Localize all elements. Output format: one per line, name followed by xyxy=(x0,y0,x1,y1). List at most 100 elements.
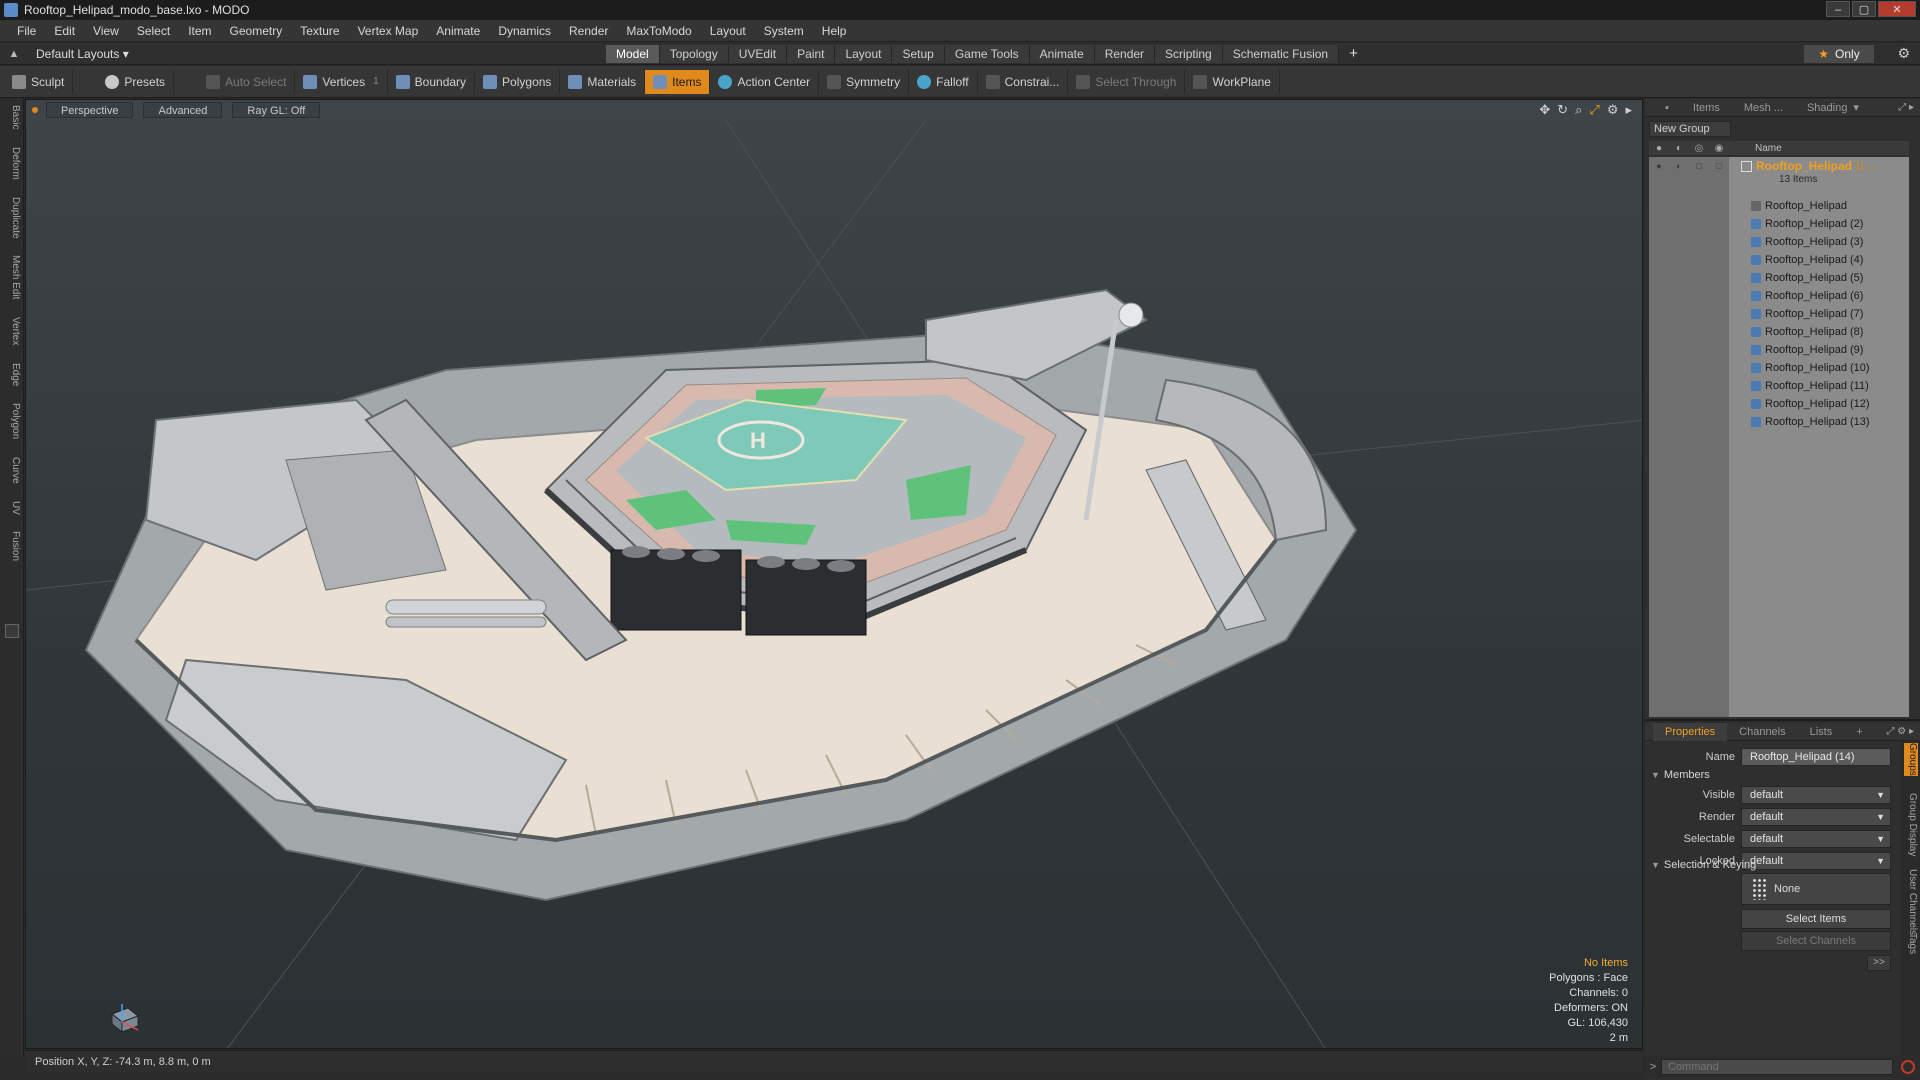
vtab-group-display[interactable]: Group Display xyxy=(1904,793,1918,856)
auto-select-button[interactable]: Auto Select xyxy=(198,69,296,94)
list-item[interactable]: Rooftop_Helipad (4) xyxy=(1649,251,1909,269)
vertices-button[interactable]: Vertices 1 xyxy=(295,69,388,94)
add-panel-tab-button[interactable]: + xyxy=(1844,723,1874,741)
tab-paint[interactable]: Paint xyxy=(787,45,836,63)
maximize-viewport-icon[interactable]: ⤢ xyxy=(1589,102,1599,118)
render-toggle-icon[interactable]: ◐ xyxy=(1669,143,1689,154)
group-row-rooftop-helipad[interactable]: ● ◐ □ □ Rooftop_Helipad (1 ... xyxy=(1649,157,1909,175)
vtab-mesh-edit[interactable]: Mesh Edit xyxy=(3,255,21,299)
list-item[interactable]: Rooftop_Helipad (2) xyxy=(1649,215,1909,233)
tab-channels[interactable]: Channels xyxy=(1727,723,1797,741)
list-item[interactable]: Rooftop_Helipad xyxy=(1649,197,1909,215)
shading-mode-button[interactable]: Advanced xyxy=(143,102,223,118)
list-item[interactable]: Rooftop_Helipad (5) xyxy=(1649,269,1909,287)
tab-game-tools[interactable]: Game Tools xyxy=(944,45,1030,63)
menu-vertex-map[interactable]: Vertex Map xyxy=(349,20,428,42)
tab-shading[interactable]: Shading ▾ xyxy=(1795,99,1871,117)
close-button[interactable]: ✕ xyxy=(1878,1,1916,17)
sculpt-button[interactable]: Sculpt xyxy=(4,69,74,94)
rotate-icon[interactable]: ↻ xyxy=(1557,102,1568,118)
members-section-header[interactable]: ▼ Members xyxy=(1651,767,1891,783)
strip-toggle-button[interactable] xyxy=(5,624,19,638)
viewport-settings-icon[interactable]: ⚙ xyxy=(1607,102,1619,118)
only-toggle-button[interactable]: ★ Only xyxy=(1804,45,1874,63)
render-dropdown[interactable]: default ▼ xyxy=(1741,808,1891,826)
lock-toggle-icon[interactable]: ◉ xyxy=(1709,143,1729,154)
list-item[interactable]: Rooftop_Helipad (10) xyxy=(1649,359,1909,377)
select-icon[interactable]: □ xyxy=(1696,161,1701,171)
vtab-curve[interactable]: Curve xyxy=(3,457,21,484)
visibility-eye-icon[interactable]: ● xyxy=(1649,143,1669,154)
properties-settings-icon[interactable]: ⤢ ⚙ ▸ xyxy=(1886,726,1914,737)
vtab-edge[interactable]: Edge xyxy=(3,363,21,386)
add-tab-button[interactable]: + xyxy=(1339,45,1368,63)
vtab-user-channels[interactable]: User Channels xyxy=(1904,869,1918,935)
menu-edit[interactable]: Edit xyxy=(45,20,84,42)
lock-icon[interactable]: □ xyxy=(1716,161,1721,171)
menu-layout[interactable]: Layout xyxy=(701,20,755,42)
panel-menu-icon[interactable]: ▪ xyxy=(1653,99,1681,117)
materials-button[interactable]: Materials xyxy=(560,69,646,94)
selectable-toggle-icon[interactable]: ◎ xyxy=(1689,143,1709,154)
pan-icon[interactable]: ✥ xyxy=(1539,102,1550,118)
vtab-duplicate[interactable]: Duplicate xyxy=(3,197,21,239)
workplane-button[interactable]: WorkPlane xyxy=(1185,69,1280,94)
list-item[interactable]: Rooftop_Helipad (7) xyxy=(1649,305,1909,323)
tab-layout[interactable]: Layout xyxy=(835,45,893,63)
view-mode-button[interactable]: Perspective xyxy=(46,102,134,118)
record-macro-icon[interactable] xyxy=(1901,1060,1915,1074)
tab-properties[interactable]: Properties xyxy=(1653,722,1728,741)
select-channels-button[interactable]: Select Channels xyxy=(1741,931,1891,951)
menu-help[interactable]: Help xyxy=(813,20,856,42)
viewport-expand-arrow-icon[interactable]: ▸ xyxy=(1625,102,1632,118)
tab-mesh-ops[interactable]: Mesh ... xyxy=(1732,99,1795,117)
command-input[interactable] xyxy=(1661,1059,1893,1075)
menu-system[interactable]: System xyxy=(755,20,813,42)
list-item[interactable]: Rooftop_Helipad (9) xyxy=(1649,341,1909,359)
list-item[interactable]: Rooftop_Helipad (13) xyxy=(1649,413,1909,431)
tab-render[interactable]: Render xyxy=(1094,45,1156,63)
panel-maximize-icon[interactable]: ⤢ ▸ xyxy=(1898,102,1914,113)
raygl-button[interactable]: Ray GL: Off xyxy=(232,102,321,118)
vtab-polygon[interactable]: Polygon xyxy=(3,403,21,439)
command-history-chevron-icon[interactable]: > xyxy=(1645,1061,1661,1073)
default-layouts-dropdown[interactable]: Default Layouts ▾ xyxy=(36,47,129,61)
name-column-header[interactable]: Name xyxy=(1755,143,1782,154)
tab-animate[interactable]: Animate xyxy=(1029,45,1095,63)
selectable-dropdown[interactable]: default ▼ xyxy=(1741,830,1891,848)
tab-model[interactable]: Model xyxy=(606,45,660,63)
gear-icon[interactable]: ⚙ xyxy=(1897,45,1910,62)
items-button[interactable]: Items xyxy=(645,69,711,94)
menu-texture[interactable]: Texture xyxy=(291,20,348,42)
list-item[interactable]: Rooftop_Helipad (3) xyxy=(1649,233,1909,251)
keying-none-button[interactable]: None xyxy=(1741,873,1891,905)
visible-dropdown[interactable]: default ▼ xyxy=(1741,786,1891,804)
presets-button[interactable]: Presets xyxy=(97,69,175,94)
eye-icon[interactable]: ● xyxy=(1656,161,1661,171)
minimize-button[interactable]: – xyxy=(1826,1,1850,17)
menu-file[interactable]: File xyxy=(8,20,45,42)
3d-viewport[interactable]: Perspective Advanced Ray GL: Off ✥ ↻ ⌕ ⤢… xyxy=(25,99,1643,1049)
list-item[interactable]: Rooftop_Helipad (11) xyxy=(1649,377,1909,395)
menu-view[interactable]: View xyxy=(84,20,128,42)
tab-setup[interactable]: Setup xyxy=(892,45,945,63)
symmetry-button[interactable]: Symmetry xyxy=(819,69,910,94)
list-item[interactable]: Rooftop_Helipad (12) xyxy=(1649,395,1909,413)
new-group-button[interactable]: New Group xyxy=(1649,121,1731,137)
menu-dynamics[interactable]: Dynamics xyxy=(489,20,560,42)
viewport-menu-icon[interactable] xyxy=(32,107,38,113)
polygons-button[interactable]: Polygons xyxy=(475,69,561,94)
menu-select[interactable]: Select xyxy=(128,20,179,42)
vtab-tags[interactable]: Tags xyxy=(1904,933,1918,954)
tab-schematic-fusion[interactable]: Schematic Fusion xyxy=(1222,45,1340,63)
menu-maxtomodo[interactable]: MaxToModo xyxy=(617,20,700,42)
menu-geometry[interactable]: Geometry xyxy=(221,20,292,42)
tab-uvedit[interactable]: UVEdit xyxy=(728,45,788,63)
select-items-button[interactable]: Select Items xyxy=(1741,909,1891,929)
list-item[interactable]: Rooftop_Helipad (6) xyxy=(1649,287,1909,305)
maximize-button[interactable]: ▢ xyxy=(1852,1,1876,17)
action-center-button[interactable]: Action Center xyxy=(710,69,820,94)
tab-scripting[interactable]: Scripting xyxy=(1155,45,1223,63)
tab-lists[interactable]: Lists xyxy=(1798,723,1845,741)
selection-keying-header[interactable]: ▼ Selection & Keying xyxy=(1651,857,1891,873)
